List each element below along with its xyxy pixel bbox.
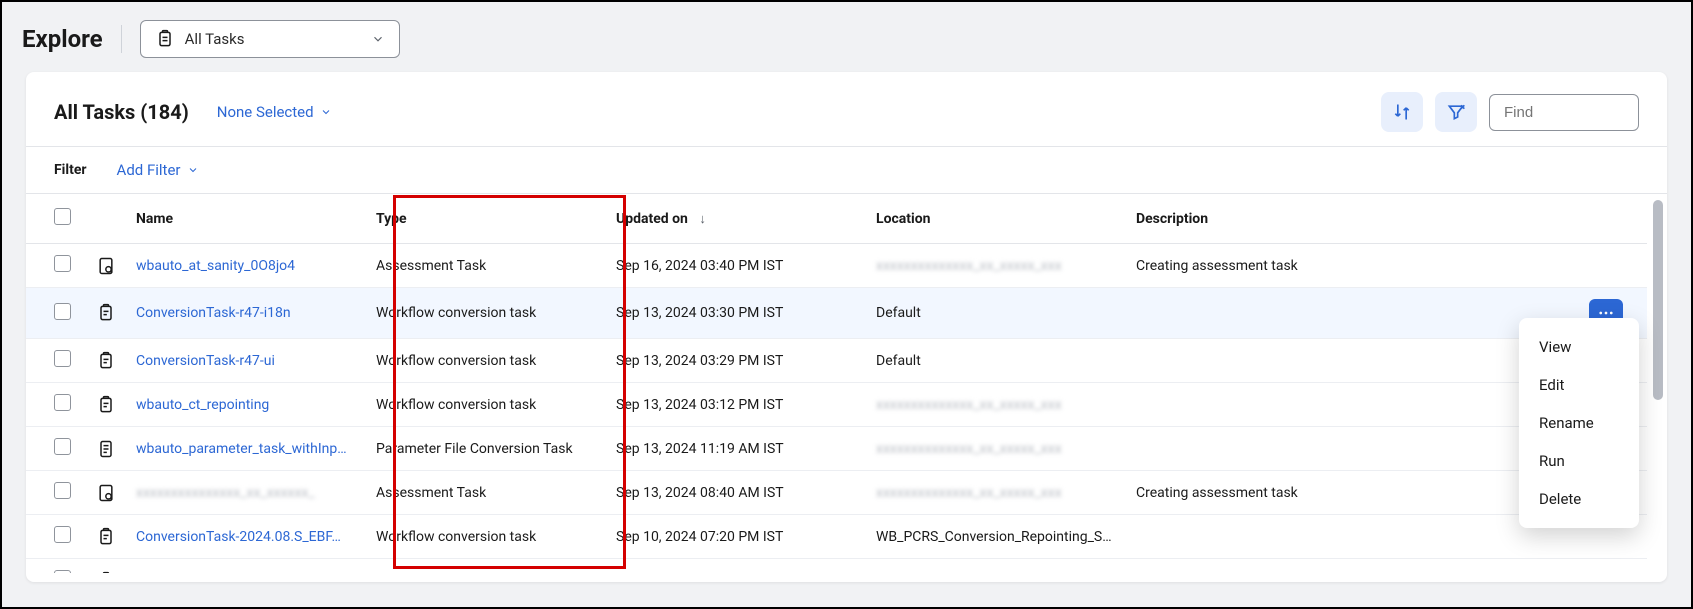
task-location: WB_PCRS_Conversion_Repointing_Sa… bbox=[866, 515, 1126, 559]
select-all-checkbox[interactable] bbox=[54, 208, 71, 225]
tasks-scope-dropdown[interactable]: All Tasks bbox=[140, 20, 400, 58]
task-name-link: xxxxxxxxxxxxxxx_xx_xxxxxx_ bbox=[136, 485, 315, 501]
task-location: Default bbox=[866, 288, 1126, 339]
task-updated: Sep 13, 2024 03:30 PM IST bbox=[606, 288, 866, 339]
task-type: Assessment Task bbox=[366, 471, 606, 515]
clipboard-icon bbox=[96, 395, 116, 415]
task-name-link[interactable]: wbauto_parameter_task_withInp… bbox=[136, 441, 347, 457]
clipboard-icon bbox=[96, 571, 116, 574]
filter-icon bbox=[1446, 102, 1466, 122]
table-row: ConversionTask-2024.08.S_EBF… Workflow co… bbox=[26, 515, 1647, 559]
table-row: xxxxxxxxxxxxxxx_xx_xxxxxx_ Assessment Tas… bbox=[26, 471, 1647, 515]
task-location: xxxxxxxxxxxxxx_xx_xxxxx_xxx bbox=[876, 485, 1062, 501]
task-location: xxxxxxxxxxxxxx_xx_xxxxx_xxx bbox=[876, 441, 1062, 457]
task-description: Creating assessment task bbox=[1126, 244, 1579, 288]
task-type: Workflow conversion task bbox=[366, 383, 606, 427]
row-checkbox[interactable] bbox=[54, 570, 71, 573]
filter-label: Filter bbox=[54, 162, 87, 178]
none-selected-label: None Selected bbox=[217, 103, 314, 121]
sort-desc-icon: ↓ bbox=[699, 212, 706, 227]
task-type: Workflow conversion task bbox=[366, 559, 606, 574]
table-row: ConversionTask-r47-ui Workflow conversion… bbox=[26, 339, 1647, 383]
table-row: ConversionTask-2024.08.S_EBF… Workflow co… bbox=[26, 559, 1647, 574]
task-name-link[interactable]: ConversionTask-r47-ui bbox=[136, 353, 275, 369]
sort-icon bbox=[1392, 102, 1412, 122]
task-updated: Sep 13, 2024 03:29 PM IST bbox=[606, 339, 866, 383]
row-checkbox[interactable] bbox=[54, 394, 71, 411]
task-type: Workflow conversion task bbox=[366, 339, 606, 383]
task-description: Creating assessment task bbox=[1126, 471, 1579, 515]
task-description bbox=[1126, 383, 1579, 427]
column-header-name[interactable]: Name bbox=[126, 194, 366, 244]
clipboard-icon bbox=[96, 303, 116, 323]
clipboard-icon bbox=[96, 527, 116, 547]
task-name-link[interactable]: ConversionTask-2024.08.S_EBF… bbox=[136, 529, 341, 545]
task-name-link[interactable]: ConversionTask-2024.08.S_EBF… bbox=[136, 573, 341, 574]
task-updated: Sep 13, 2024 08:40 AM IST bbox=[606, 471, 866, 515]
assessment-icon bbox=[96, 256, 116, 276]
chevron-down-icon bbox=[320, 106, 332, 118]
menu-run[interactable]: Run bbox=[1519, 442, 1639, 480]
row-checkbox[interactable] bbox=[54, 526, 71, 543]
chevron-down-icon bbox=[371, 32, 385, 46]
task-name-link[interactable]: wbauto_ct_repointing bbox=[136, 397, 269, 413]
column-header-location[interactable]: Location bbox=[866, 194, 1126, 244]
task-description bbox=[1126, 559, 1579, 574]
menu-delete[interactable]: Delete bbox=[1519, 480, 1639, 518]
column-header-updated-label: Updated on bbox=[616, 211, 688, 227]
chevron-down-icon bbox=[187, 164, 199, 176]
task-type: Workflow conversion task bbox=[366, 288, 606, 339]
doc-icon bbox=[96, 439, 116, 459]
table-row: wbauto_parameter_task_withInp… Parameter … bbox=[26, 427, 1647, 471]
table-row: ConversionTask-r47-i18n Workflow conversi… bbox=[26, 288, 1647, 339]
assessment-icon bbox=[96, 483, 116, 503]
task-location: WB_PCRS_Conversion_Repointing_Sa… bbox=[866, 559, 1126, 574]
task-type: Parameter File Conversion Task bbox=[366, 427, 606, 471]
column-header-description[interactable]: Description bbox=[1126, 194, 1579, 244]
task-updated: Sep 16, 2024 03:40 PM IST bbox=[606, 244, 866, 288]
task-description bbox=[1126, 339, 1579, 383]
task-location: xxxxxxxxxxxxxx_xx_xxxxx_xxx bbox=[876, 397, 1062, 413]
find-input[interactable] bbox=[1489, 94, 1639, 131]
task-updated: Sep 10, 2024 07:20 PM IST bbox=[606, 559, 866, 574]
task-location: xxxxxxxxxxxxxx_xx_xxxxx_xxx bbox=[876, 258, 1062, 274]
tasks-panel: All Tasks (184) None Selected Filter Add bbox=[26, 72, 1667, 582]
column-header-type[interactable]: Type bbox=[366, 194, 606, 244]
row-checkbox[interactable] bbox=[54, 350, 71, 367]
filter-button[interactable] bbox=[1435, 92, 1477, 132]
row-checkbox[interactable] bbox=[54, 438, 71, 455]
sort-button[interactable] bbox=[1381, 92, 1423, 132]
task-location: Default bbox=[866, 339, 1126, 383]
task-description bbox=[1126, 288, 1579, 339]
row-checkbox[interactable] bbox=[54, 482, 71, 499]
tasks-table: Name Type Updated on ↓ Location Descript… bbox=[26, 194, 1647, 573]
dropdown-label: All Tasks bbox=[185, 30, 245, 48]
task-description bbox=[1126, 515, 1579, 559]
task-updated: Sep 10, 2024 07:20 PM IST bbox=[606, 515, 866, 559]
task-name-link[interactable]: ConversionTask-r47-i18n bbox=[136, 305, 291, 321]
table-row: wbauto_ct_repointing Workflow conversion … bbox=[26, 383, 1647, 427]
row-checkbox[interactable] bbox=[54, 255, 71, 272]
column-header-updated[interactable]: Updated on ↓ bbox=[606, 194, 866, 244]
task-description bbox=[1126, 427, 1579, 471]
menu-view[interactable]: View bbox=[1519, 328, 1639, 366]
clipboard-icon bbox=[155, 29, 175, 49]
task-updated: Sep 13, 2024 11:19 AM IST bbox=[606, 427, 866, 471]
panel-title: All Tasks (184) bbox=[54, 100, 189, 124]
task-type: Assessment Task bbox=[366, 244, 606, 288]
vertical-scrollbar[interactable] bbox=[1653, 200, 1663, 400]
table-row: wbauto_at_sanity_0O8jo4 Assessment TaskSe… bbox=[26, 244, 1647, 288]
task-type: Workflow conversion task bbox=[366, 515, 606, 559]
add-filter-button[interactable]: Add Filter bbox=[117, 161, 199, 179]
add-filter-label: Add Filter bbox=[117, 161, 181, 179]
task-name-link[interactable]: wbauto_at_sanity_0O8jo4 bbox=[136, 258, 295, 274]
row-context-menu: View Edit Rename Run Delete bbox=[1519, 318, 1639, 528]
none-selected-dropdown[interactable]: None Selected bbox=[217, 103, 332, 121]
page-title: Explore bbox=[22, 25, 122, 53]
menu-edit[interactable]: Edit bbox=[1519, 366, 1639, 404]
menu-rename[interactable]: Rename bbox=[1519, 404, 1639, 442]
task-updated: Sep 13, 2024 03:12 PM IST bbox=[606, 383, 866, 427]
clipboard-icon bbox=[96, 351, 116, 371]
row-checkbox[interactable] bbox=[54, 303, 71, 320]
